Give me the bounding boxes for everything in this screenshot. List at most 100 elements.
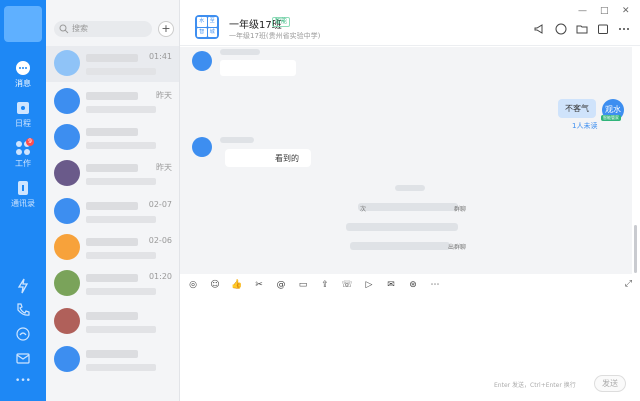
rail-item-contacts[interactable]: 通讯录 (0, 180, 46, 209)
rail-item-work[interactable]: 9 工作 (0, 138, 46, 169)
add-button[interactable]: + (158, 21, 174, 37)
input-hint: Enter 发送，Ctrl+Enter 换行 (494, 382, 576, 389)
call-icon[interactable]: ☏ (340, 278, 354, 292)
folder-icon[interactable]: ▭ (296, 278, 310, 292)
conversation-name (86, 274, 138, 282)
list-item[interactable]: 01:20 (46, 266, 179, 302)
avatar (54, 270, 80, 296)
list-item[interactable] (46, 342, 179, 378)
conversation-preview (86, 68, 156, 75)
chat-panel: 水 至 智 城 一年级17班 智能 一年级17班(贵州省实验中学) — □ ✕ … (180, 0, 640, 401)
system-message (358, 203, 458, 211)
my-message-bubble[interactable]: 不客气 (558, 99, 596, 118)
rail-cloud[interactable] (0, 326, 46, 344)
rail-mail[interactable] (0, 350, 46, 368)
thumbs-up-icon[interactable]: 👍 (230, 278, 244, 292)
mail-icon[interactable]: ✉ (384, 278, 398, 292)
system-message: 出群聊 (448, 244, 467, 251)
at-icon[interactable]: @ (274, 278, 288, 292)
search-icon (59, 24, 69, 34)
conversation-preview (86, 142, 156, 149)
more-icon[interactable]: ⋯ (428, 278, 442, 292)
list-item[interactable]: 01:41 (46, 46, 179, 82)
system-message: 群聊 (454, 206, 467, 213)
rail-item-messages[interactable]: 消息 (0, 60, 46, 89)
message-area[interactable]: 不客气 观水 智能管家 1人未读 看到的 次 群聊 出群聊 (180, 47, 632, 274)
avatar (54, 124, 80, 150)
rail-label: 工作 (15, 159, 31, 168)
calendar-icon[interactable] (597, 23, 609, 35)
red-packet-icon[interactable]: ⊛ (406, 278, 420, 292)
sender-name (220, 137, 254, 143)
upload-icon[interactable]: ⇪ (318, 278, 332, 292)
rail-call[interactable] (0, 302, 46, 320)
group-avatar[interactable]: 水 至 智 城 (195, 15, 219, 39)
list-item[interactable]: 昨天 (46, 84, 179, 120)
conversation-preview (86, 288, 156, 295)
conversation-preview (86, 252, 156, 259)
conversation-preview (86, 326, 156, 333)
rail-label: 日程 (15, 119, 31, 128)
maximize-button[interactable]: □ (600, 6, 609, 16)
system-time (395, 185, 425, 191)
sender-name (220, 49, 260, 55)
close-button[interactable]: ✕ (622, 6, 630, 16)
send-button[interactable]: 发送 (594, 375, 626, 392)
unread-status[interactable]: 1人未读 (572, 121, 597, 131)
avatar (192, 137, 212, 157)
conversation-list: 搜索 + 01:41 昨天 昨天 02-07 02-06 01:20 (46, 0, 180, 401)
chat-header: 水 至 智 城 一年级17班 智能 一年级17班(贵州省实验中学) — □ ✕ (180, 0, 640, 46)
conversation-time: 02-07 (148, 200, 172, 209)
rail-more[interactable]: ••• (0, 376, 46, 386)
video-icon[interactable]: ▷ (362, 278, 376, 292)
phone-icon (17, 303, 30, 316)
list-item[interactable]: 昨天 (46, 156, 179, 192)
avatar (54, 50, 80, 76)
avatar (54, 234, 80, 260)
conversation-name (86, 54, 138, 62)
avatar (54, 160, 80, 186)
message-text: 看到的 (275, 154, 299, 163)
cloud-icon (16, 327, 30, 341)
system-message: 次 (360, 206, 367, 213)
conversation-name (86, 202, 138, 210)
avatar-char: 至 (207, 17, 217, 27)
system-message (350, 242, 450, 250)
calendar-icon (17, 102, 29, 114)
list-item[interactable] (46, 304, 179, 340)
conversation-time: 01:20 (148, 272, 172, 281)
conversation-name (86, 350, 138, 358)
rail-lightning[interactable] (0, 278, 46, 296)
mail-icon (16, 353, 30, 364)
input-toolbar: ◎ ☺ 👍 ✂ @ ▭ ⇪ ☏ ▷ ✉ ⊛ ⋯ (180, 277, 640, 293)
list-item[interactable]: 02-07 (46, 194, 179, 230)
app-rail: 消息 日程 9 工作 通讯录 ••• (0, 0, 46, 401)
megaphone-icon[interactable] (534, 23, 546, 35)
more-icon[interactable] (618, 23, 630, 35)
conversation-name (86, 312, 138, 320)
folder-icon[interactable] (576, 23, 588, 35)
message-bubble (220, 60, 296, 76)
conversation-preview (86, 216, 156, 223)
expand-icon[interactable]: ⤢ (625, 279, 632, 289)
conversation-name (86, 128, 138, 136)
scissors-icon[interactable]: ✂ (252, 278, 266, 292)
app-logo (4, 6, 42, 42)
rail-label: 消息 (15, 79, 31, 88)
list-item[interactable] (46, 120, 179, 156)
gif-icon[interactable]: ◎ (186, 278, 200, 292)
rail-item-schedule[interactable]: 日程 (0, 100, 46, 129)
chat-icon[interactable] (555, 23, 567, 35)
header-toolbar (534, 23, 630, 35)
conversation-time: 01:41 (148, 52, 172, 61)
emoji-icon[interactable]: ☺ (208, 278, 222, 292)
scrollbar[interactable] (634, 225, 637, 273)
avatar (54, 198, 80, 224)
conversation-time: 昨天 (156, 163, 172, 172)
avatar-char: 水 (197, 17, 207, 27)
contacts-icon (18, 181, 28, 195)
conversation-preview (86, 178, 156, 185)
avatar-char: 城 (207, 27, 217, 37)
minimize-button[interactable]: — (578, 6, 587, 16)
list-item[interactable]: 02-06 (46, 230, 179, 266)
